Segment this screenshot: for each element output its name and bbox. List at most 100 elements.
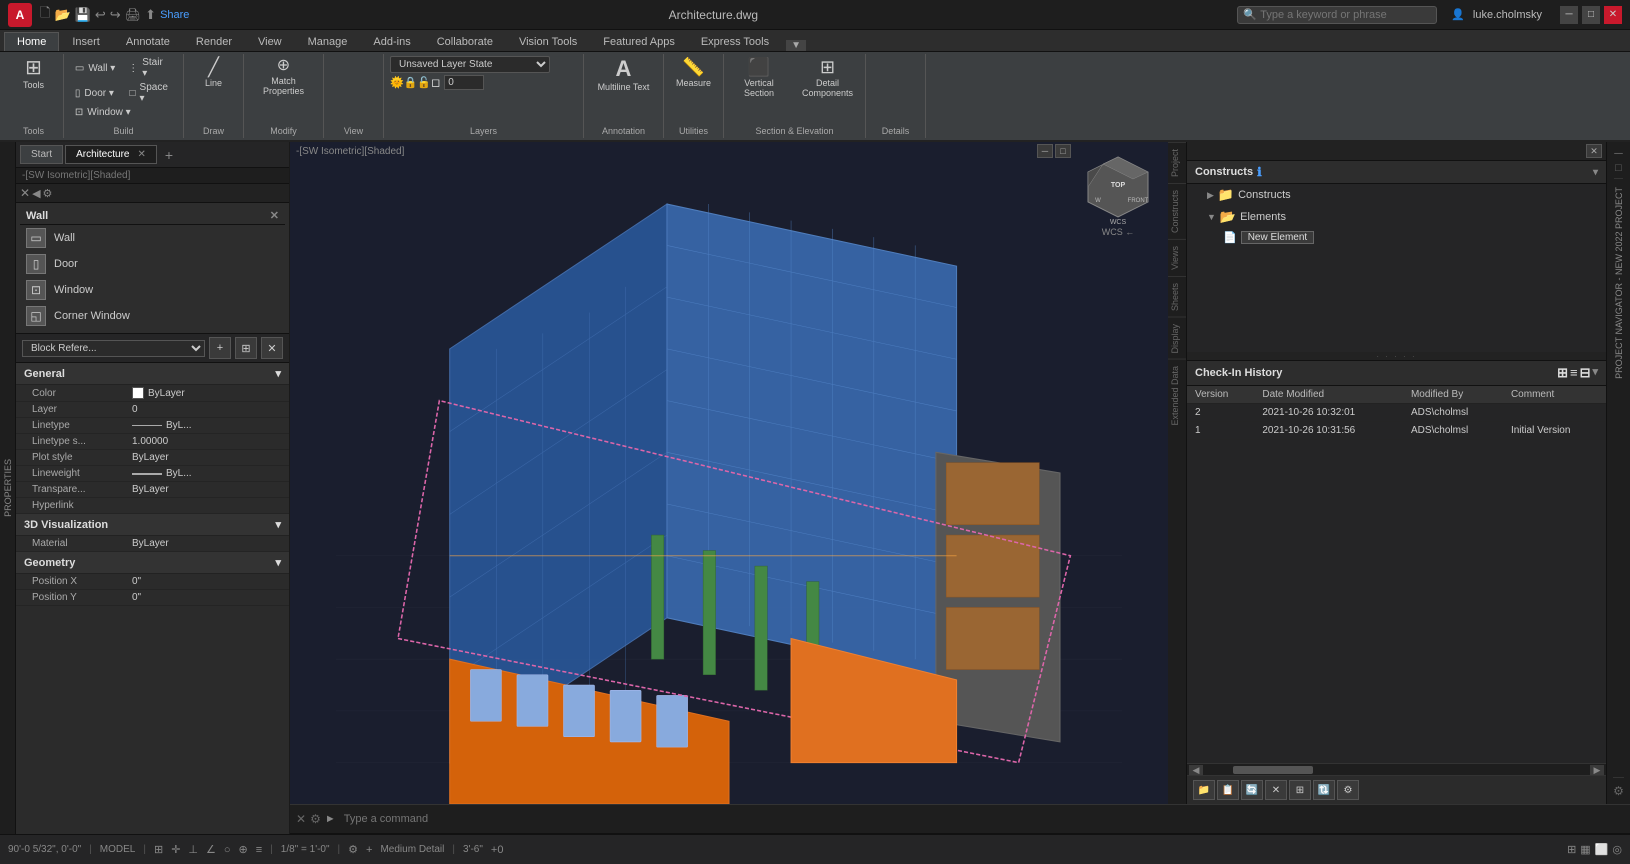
- elements-folder[interactable]: ▼ 📂 Elements: [1187, 206, 1606, 228]
- project-navigator-tab[interactable]: ─ □ PROJECT NAVIGATOR - NEW 2022 PROJECT…: [1606, 142, 1630, 804]
- checkin-expand[interactable]: ▾: [1592, 365, 1598, 381]
- match-props-button[interactable]: ⊕ Match Properties: [255, 56, 313, 98]
- plus-small-icon[interactable]: +0: [491, 844, 504, 856]
- h-scrollbar[interactable]: ◀ ▶: [1187, 763, 1606, 775]
- views-strip[interactable]: Views: [1168, 239, 1186, 276]
- checkin-btn1[interactable]: 📁: [1193, 780, 1215, 800]
- model-panel-icon[interactable]: ▦: [1580, 843, 1590, 856]
- command-settings-button[interactable]: ⚙: [310, 812, 321, 826]
- checkin-row-2[interactable]: 2 2021-10-26 10:32:01 ADS\cholmsl: [1187, 404, 1606, 422]
- 3d-vis-section-header[interactable]: 3D Visualization ▾: [16, 514, 289, 536]
- block-add-button[interactable]: +: [209, 337, 231, 359]
- resize-handle[interactable]: · · · · ·: [1187, 352, 1606, 360]
- polar-toggle[interactable]: ∠: [206, 843, 216, 856]
- project-nav-label[interactable]: PROJECT NAVIGATOR - NEW 2022 PROJECT: [1612, 179, 1626, 387]
- close-button[interactable]: ✕: [1604, 6, 1622, 24]
- scroll-left-button[interactable]: ◀: [1189, 765, 1203, 775]
- close-tab-icon[interactable]: ✕: [137, 149, 145, 160]
- grid-toggle[interactable]: ⊞: [154, 843, 163, 856]
- right-panel-controls[interactable]: ✕: [1586, 144, 1602, 158]
- nav-cube[interactable]: TOP W FRONT WCS WCS ←: [1078, 152, 1158, 232]
- tab-vision[interactable]: Vision Tools: [506, 32, 590, 51]
- detail-level[interactable]: Medium Detail: [380, 844, 444, 855]
- command-input[interactable]: [340, 811, 1624, 827]
- block-remove-button[interactable]: ✕: [261, 337, 283, 359]
- model-mode[interactable]: MODEL: [100, 844, 136, 855]
- isolate-icon[interactable]: ◎: [1612, 843, 1622, 856]
- tab-addins[interactable]: Add-ins: [360, 32, 423, 51]
- proj-nav-restore[interactable]: □: [1615, 162, 1622, 174]
- lwt-toggle[interactable]: ≡: [256, 844, 262, 856]
- detail-components-button[interactable]: ⊞ Detail Components: [796, 56, 859, 100]
- palette-wall[interactable]: ▭ Wall: [20, 225, 285, 251]
- snap-toggle[interactable]: ✛: [171, 843, 180, 856]
- proj-nav-controls[interactable]: ─ □: [1614, 142, 1623, 179]
- layer-value-input[interactable]: [444, 75, 484, 90]
- ribbon-overflow[interactable]: ▼: [786, 40, 806, 51]
- palette-close-icon[interactable]: ✕: [270, 209, 279, 222]
- checkin-btn6[interactable]: 🔃: [1313, 780, 1335, 800]
- checkin-btn7[interactable]: ⚙: [1337, 780, 1359, 800]
- checkin-icon3[interactable]: ⊟: [1580, 365, 1591, 381]
- checkin-btn4[interactable]: ✕: [1265, 780, 1287, 800]
- checkin-toolbar-icons[interactable]: ⊞ ≡ ⊟ ▾: [1557, 365, 1598, 381]
- general-section-header[interactable]: General ▾: [16, 363, 289, 385]
- right-panel-close-button[interactable]: ✕: [1586, 144, 1602, 158]
- tracking-toggle[interactable]: ⊕: [239, 843, 248, 856]
- print-icon[interactable]: 🖨: [125, 7, 142, 23]
- vp-minimize-button[interactable]: ─: [1037, 144, 1053, 158]
- share-label[interactable]: Share: [160, 9, 189, 21]
- undo-icon[interactable]: ↩: [95, 7, 106, 23]
- save-icon[interactable]: 💾: [75, 7, 91, 23]
- scrollbar-thumb[interactable]: [1233, 766, 1313, 774]
- object-snap[interactable]: ○: [224, 844, 231, 856]
- tab-home[interactable]: Home: [4, 32, 59, 51]
- constructs-folder[interactable]: ▶ 📁 Constructs: [1187, 184, 1606, 206]
- constructs-collapse-icon[interactable]: ▾: [1593, 167, 1598, 178]
- palette-window[interactable]: ⊡ Window: [20, 277, 285, 303]
- settings-icon[interactable]: ⚙: [348, 843, 358, 856]
- properties-side-tab[interactable]: PROPERTIES: [0, 142, 16, 834]
- constructs-info-icon[interactable]: ℹ: [1257, 165, 1262, 179]
- layer-state-dropdown[interactable]: Unsaved Layer State: [390, 56, 550, 73]
- restore-button[interactable]: □: [1582, 6, 1600, 24]
- minimize-button[interactable]: ─: [1560, 6, 1578, 24]
- viewport[interactable]: -[SW Isometric][Shaded] TOP W FRONT WCS: [290, 142, 1168, 804]
- doc-tab-architecture[interactable]: Architecture ✕: [65, 145, 157, 164]
- vp-restore-button[interactable]: □: [1055, 144, 1071, 158]
- stair-button[interactable]: ⋮ Stair ▾: [124, 56, 173, 80]
- measure-button[interactable]: 📏 Measure: [672, 56, 715, 90]
- redo-icon[interactable]: ↪: [110, 7, 121, 23]
- doc-tab-start[interactable]: Start: [20, 145, 63, 164]
- tools-button[interactable]: ⊞ Tools: [16, 56, 52, 92]
- checkin-btn5[interactable]: ⊞: [1289, 780, 1311, 800]
- tab-collaborate[interactable]: Collaborate: [424, 32, 506, 51]
- share-icon[interactable]: ⬆: [145, 7, 156, 23]
- window-controls[interactable]: ─ □ ✕: [1560, 6, 1622, 24]
- extended-data-strip[interactable]: Extended Data: [1168, 359, 1186, 432]
- window-button[interactable]: ⊡ Window ▾: [71, 106, 135, 119]
- space-button[interactable]: □ Space ▾: [125, 81, 176, 105]
- palette-door[interactable]: ▯ Door: [20, 251, 285, 277]
- checkin-btn3[interactable]: 🔄: [1241, 780, 1263, 800]
- plus-icon[interactable]: +: [366, 844, 372, 856]
- ortho-toggle[interactable]: ⊥: [188, 843, 198, 856]
- tab-view[interactable]: View: [245, 32, 295, 51]
- views-panel-icon[interactable]: ⊞: [1567, 843, 1576, 856]
- checkin-icon2[interactable]: ≡: [1570, 365, 1578, 381]
- viewport-win-controls[interactable]: ─ □: [1035, 142, 1073, 160]
- fullscreen-icon[interactable]: ⬜: [1595, 843, 1609, 856]
- vertical-section-button[interactable]: ⬛ Vertical Section: [730, 56, 788, 100]
- scroll-right-button[interactable]: ▶: [1590, 765, 1604, 775]
- checkin-btn2[interactable]: 📋: [1217, 780, 1239, 800]
- command-close-button[interactable]: ✕: [296, 812, 306, 826]
- tab-manage[interactable]: Manage: [295, 32, 361, 51]
- panel-close-button[interactable]: ✕: [20, 186, 30, 200]
- checkin-row-1[interactable]: 1 2021-10-26 10:31:56 ADS\cholmsl Initia…: [1187, 422, 1606, 440]
- palette-corner-window[interactable]: ◱ Corner Window: [20, 303, 285, 329]
- constructs-strip[interactable]: Constructs: [1168, 183, 1186, 239]
- tab-insert[interactable]: Insert: [59, 32, 113, 51]
- display-strip[interactable]: Display: [1168, 317, 1186, 360]
- tab-render[interactable]: Render: [183, 32, 245, 51]
- line-button[interactable]: ╱ Line: [196, 56, 232, 90]
